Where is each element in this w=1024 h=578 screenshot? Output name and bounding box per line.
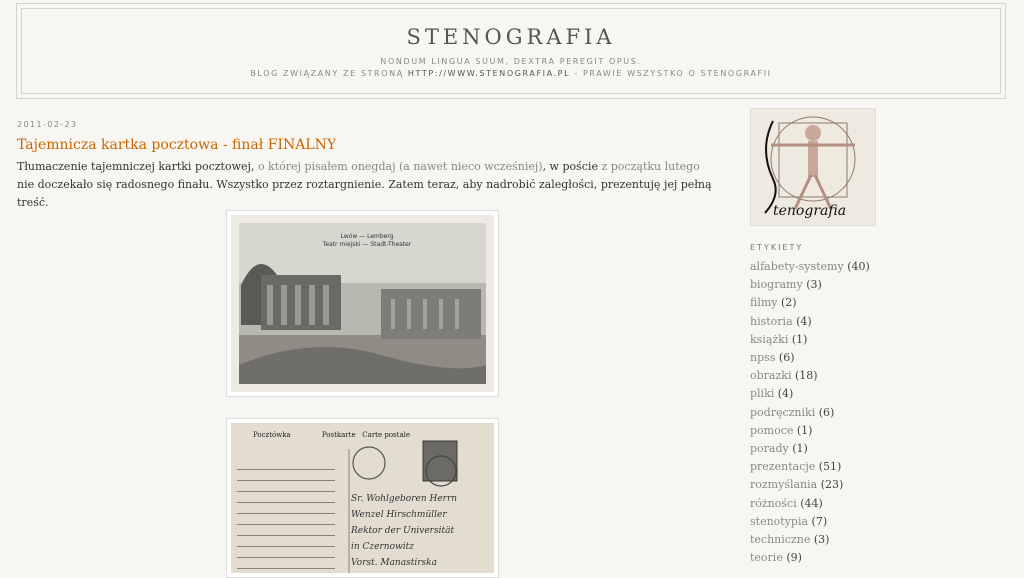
label-count: (9): [786, 551, 802, 565]
post: 2011-02-23 Tajemnicza kartka pocztowa - …: [17, 120, 717, 212]
label-count: (2): [781, 296, 797, 310]
postcard-address: Sr. Wohlgeboren Herrn Wenzel Hirschmülle…: [351, 491, 491, 571]
label-item: stenotypia (7): [750, 513, 990, 531]
postcard-caption-place: Teatr miejski — Stadt-Theater: [322, 241, 412, 248]
postcard-shorthand: [237, 459, 335, 569]
post-title[interactable]: Tajemnicza kartka pocztowa - finał FINAL…: [17, 137, 717, 153]
label-item: alfabety-systemy (40): [750, 258, 990, 276]
label-link[interactable]: teorie: [750, 551, 783, 564]
motto: NONDUM LINGUA SUUM, DEXTRA PEREGIT OPUS.: [380, 57, 642, 66]
label-count: (51): [818, 460, 842, 474]
label-item: biogramy (3): [750, 276, 990, 294]
label-item: książki (1): [750, 331, 990, 349]
description-prefix: BLOG ZWIĄZANY ZE STRONĄ: [250, 69, 408, 78]
label-link[interactable]: książki: [750, 333, 788, 346]
label-item: teorie (9): [750, 549, 990, 567]
postcard-back-image[interactable]: Pocztówka Postkarte Carte postale Sr. Wo…: [226, 418, 499, 578]
label-count: (6): [778, 351, 795, 365]
label-item: techniczne (3): [750, 531, 990, 549]
label-item: pliki (4): [750, 385, 990, 403]
label-count: (23): [820, 478, 844, 492]
description-suffix: - PRAWIE WSZYSTKO O STENOGRAFII: [570, 69, 772, 78]
header-inner-frame: STENOGRAFIA NONDUM LINGUA SUUM, DEXTRA P…: [21, 8, 1001, 94]
label-link[interactable]: różności: [750, 497, 797, 510]
label-count: (18): [794, 369, 818, 383]
label-link[interactable]: pliki: [750, 387, 774, 400]
postcard-address-line: Rektor der Universität: [351, 526, 455, 536]
label-count: (6): [818, 405, 835, 419]
postcard-head-de: Postkarte: [321, 431, 356, 439]
sidebar: tenografia ETYKIETY alfabety-systemy (40…: [750, 108, 990, 567]
postcard-address-line: Sr. Wohlgeboren Herrn: [351, 494, 458, 504]
post-link-onegdaj[interactable]: o której pisałem onegdaj: [258, 160, 396, 173]
postcard-address-line: in Czernowitz: [351, 542, 414, 552]
label-item: prezentacje (51): [750, 458, 990, 476]
post-link-luty[interactable]: z początku lutego: [601, 160, 699, 173]
label-link[interactable]: rozmyślania: [750, 478, 817, 491]
label-link[interactable]: obrazki: [750, 369, 791, 382]
postcard-back-heading: Pocztówka Postkarte Carte postale: [253, 431, 493, 439]
label-link[interactable]: podręczniki: [750, 406, 815, 419]
label-count: (4): [777, 387, 794, 401]
postcard-address-line: Vorst. Manastirska: [351, 558, 437, 568]
blog-header: STENOGRAFIA NONDUM LINGUA SUUM, DEXTRA P…: [16, 3, 1006, 99]
postcard-front-caption: Lwów — Lemberg Teatr miejski — Stadt-The…: [297, 233, 437, 249]
site-title[interactable]: STENOGRAFIA: [22, 25, 1000, 49]
label-count: (44): [800, 496, 823, 510]
label-count: (40): [847, 260, 870, 273]
label-link[interactable]: historia: [750, 315, 793, 328]
labels-heading: ETYKIETY: [750, 243, 804, 252]
label-count: (1): [791, 332, 808, 346]
label-link[interactable]: techniczne: [750, 533, 810, 546]
label-item: obrazki (18): [750, 367, 990, 385]
stenografia-logo[interactable]: tenografia: [750, 108, 876, 226]
blog-description: NONDUM LINGUA SUUM, DEXTRA PEREGIT OPUS.…: [22, 56, 1000, 80]
label-item: porady (1): [750, 440, 990, 458]
post-text: nie doczekało się radosnego finału. Wszy…: [17, 178, 712, 209]
postcard-caption-city: Lwów — Lemberg: [340, 233, 394, 240]
label-link[interactable]: stenotypia: [750, 515, 808, 528]
label-item: npss (6): [750, 349, 990, 367]
website-link[interactable]: HTTP://WWW.STENOGRAFIA.PL: [408, 69, 570, 78]
label-count: (7): [811, 514, 828, 528]
logo-wordmark: tenografia: [773, 203, 847, 219]
label-count: (1): [792, 442, 808, 456]
label-item: rozmyślania (23): [750, 476, 990, 494]
label-count: (4): [796, 314, 812, 328]
postcard-address-line: Wenzel Hirschmüller: [351, 510, 447, 520]
postcard-front-image[interactable]: Lwów — Lemberg Teatr miejski — Stadt-The…: [226, 210, 499, 397]
label-link[interactable]: porady: [750, 442, 789, 455]
label-link[interactable]: prezentacje: [750, 460, 815, 473]
label-item: filmy (2): [750, 294, 990, 312]
label-link[interactable]: filmy: [750, 296, 778, 309]
description-line: BLOG ZWIĄZANY ZE STRONĄ HTTP://WWW.STENO…: [22, 68, 1000, 80]
post-date: 2011-02-23: [17, 120, 78, 129]
label-count: (3): [813, 533, 830, 547]
label-count: (3): [806, 278, 822, 292]
label-item: podręczniki (6): [750, 404, 990, 422]
post-body: Tłumaczenie tajemniczej kartki pocztowej…: [17, 158, 717, 212]
post-text: Tłumaczenie tajemniczej kartki pocztowej…: [17, 160, 258, 173]
label-link[interactable]: pomoce: [750, 424, 793, 437]
post-text: , w poście: [542, 160, 602, 173]
label-item: pomoce (1): [750, 422, 990, 440]
post-link-wczesniej[interactable]: (a nawet nieco wcześniej): [399, 160, 543, 173]
label-link[interactable]: alfabety-systemy: [750, 260, 844, 273]
postcard-head-fr: Carte postale: [362, 431, 411, 439]
label-link[interactable]: biogramy: [750, 278, 803, 291]
postcard-head-pl: Pocztówka: [253, 431, 291, 439]
label-item: historia (4): [750, 313, 990, 331]
label-link[interactable]: npss: [750, 351, 775, 364]
labels-list: alfabety-systemy (40) biogramy (3) filmy (…: [750, 258, 990, 567]
label-count: (1): [796, 423, 813, 437]
label-item: różności (44): [750, 495, 990, 513]
